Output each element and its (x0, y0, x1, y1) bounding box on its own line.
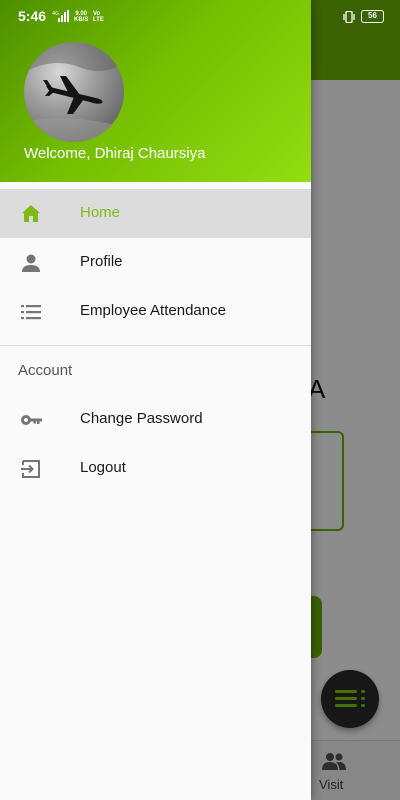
drawer-item-change-password[interactable]: Change Password (0, 395, 311, 444)
drawer-item-label: Change Password (80, 410, 203, 427)
drawer-divider (0, 345, 311, 346)
list-icon (21, 305, 41, 320)
vibrate-icon (343, 11, 355, 23)
drawer-item-employee-attendance[interactable]: Employee Attendance (0, 287, 311, 336)
drawer-item-label: Profile (80, 253, 123, 270)
welcome-text: Welcome, Dhiraj Chaursiya (24, 145, 206, 162)
airplane-icon (24, 42, 124, 142)
drawer-item-label: Home (80, 204, 121, 221)
person-icon (22, 254, 40, 272)
signal-icon: 4G (52, 10, 69, 22)
battery-indicator: 56 (361, 10, 384, 23)
navigation-drawer: Welcome, Dhiraj Chaursiya Home Profile E… (0, 0, 311, 800)
avatar (24, 42, 124, 142)
volte-bottom: LTE (93, 17, 104, 23)
drawer-item-logout[interactable]: Logout (0, 444, 311, 493)
network-type: 4G (52, 11, 59, 17)
home-icon (22, 205, 40, 222)
network-speed: 9.00 KB/S (74, 11, 88, 23)
status-time: 5:46 (18, 8, 47, 24)
account-section-title: Account (18, 362, 73, 379)
drawer-item-home[interactable]: Home (0, 189, 311, 238)
status-bar: 5:46 4G 9.00 KB/S Vo LTE 56 (0, 0, 400, 30)
key-icon (21, 415, 42, 425)
logout-icon (21, 460, 40, 478)
drawer-item-profile[interactable]: Profile (0, 238, 311, 287)
network-speed-unit: KB/S (74, 17, 89, 23)
drawer-item-label: Logout (80, 459, 126, 476)
volte-indicator: Vo LTE (93, 11, 104, 23)
drawer-item-label: Employee Attendance (80, 302, 226, 319)
